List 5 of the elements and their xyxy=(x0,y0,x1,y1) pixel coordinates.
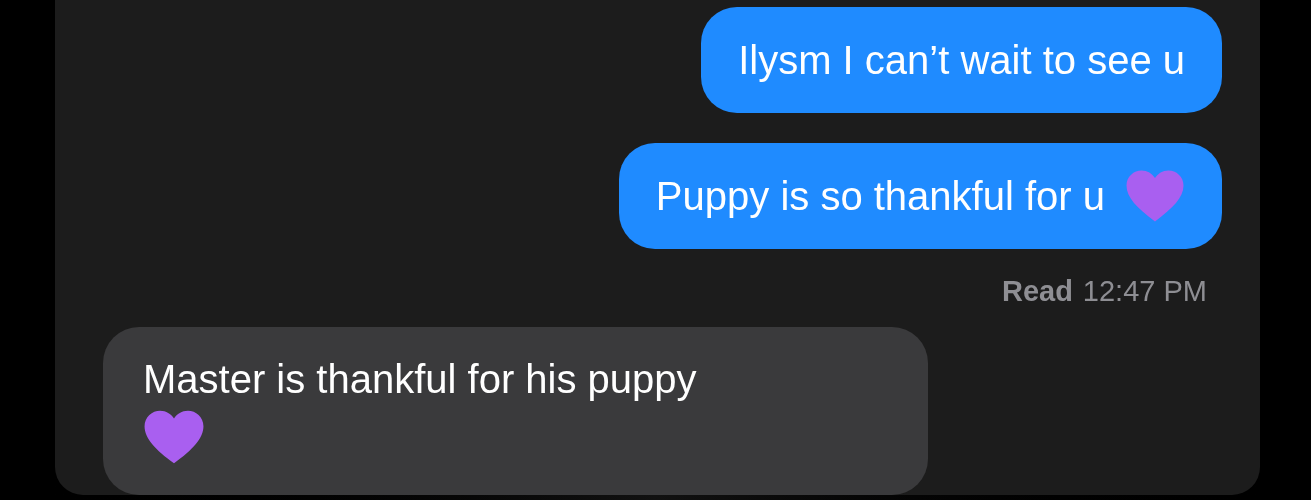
read-status: Read xyxy=(1001,274,1073,310)
message-text: Puppy is so thankful for u xyxy=(655,173,1105,220)
message-time: 12:47 PM xyxy=(1082,274,1207,310)
message-text: Master is thankful for his puppy xyxy=(143,356,697,403)
message-text: Ilysm I can’t wait to see u xyxy=(738,37,1185,84)
